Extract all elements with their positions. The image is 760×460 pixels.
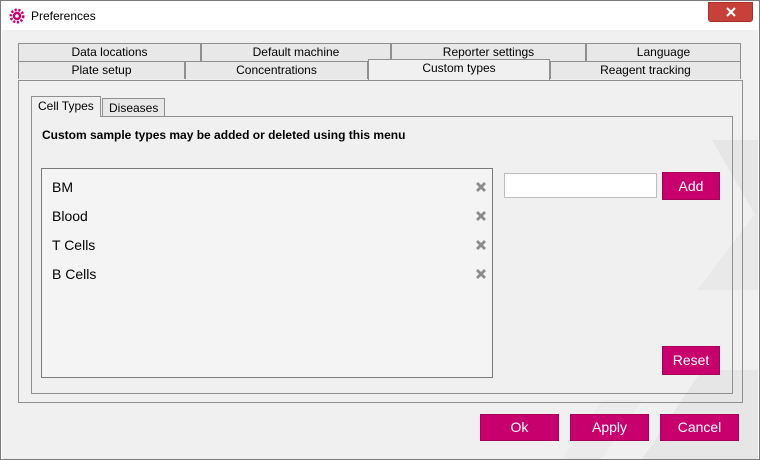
close-icon: [725, 7, 736, 17]
gear-icon: [9, 8, 25, 24]
tab-reagent-tracking[interactable]: Reagent tracking: [550, 61, 741, 79]
list-item-label: T Cells: [52, 237, 96, 253]
close-button[interactable]: [708, 2, 753, 22]
instructions-text: Custom sample types may be added or dele…: [42, 128, 406, 142]
tab-plate-setup[interactable]: Plate setup: [18, 61, 185, 79]
tab-language[interactable]: Language: [586, 43, 741, 61]
reset-button[interactable]: Reset: [662, 346, 720, 375]
list-item[interactable]: B Cells: [42, 259, 492, 288]
preferences-window: Preferences Data locations Default machi…: [0, 0, 760, 460]
add-button[interactable]: Add: [662, 172, 720, 200]
list-item-label: B Cells: [52, 266, 97, 282]
apply-button[interactable]: Apply: [570, 414, 649, 441]
list-item[interactable]: BM: [42, 172, 492, 201]
tab-concentrations[interactable]: Concentrations: [185, 61, 368, 79]
delete-x-icon[interactable]: [475, 239, 487, 251]
cancel-button[interactable]: Cancel: [660, 414, 739, 441]
tab-data-locations[interactable]: Data locations: [18, 43, 201, 61]
subtab-cell-types[interactable]: Cell Types: [31, 96, 101, 117]
delete-x-icon[interactable]: [475, 210, 487, 222]
list-item[interactable]: T Cells: [42, 230, 492, 259]
dialog-body: Data locations Default machine Reporter …: [2, 30, 758, 459]
list-item-label: BM: [52, 179, 73, 195]
delete-x-icon[interactable]: [475, 181, 487, 193]
delete-x-icon[interactable]: [475, 268, 487, 280]
window-title: Preferences: [31, 9, 96, 23]
new-cell-type-input[interactable]: [504, 173, 657, 198]
ok-button[interactable]: Ok: [480, 414, 559, 441]
cell-types-list[interactable]: BM Blood T Cells B Cells: [41, 168, 493, 378]
title-bar: Preferences: [1, 1, 759, 30]
list-item-label: Blood: [52, 208, 88, 224]
list-item[interactable]: Blood: [42, 201, 492, 230]
tab-default-machine[interactable]: Default machine: [201, 43, 391, 61]
tab-custom-types[interactable]: Custom types: [368, 59, 550, 80]
